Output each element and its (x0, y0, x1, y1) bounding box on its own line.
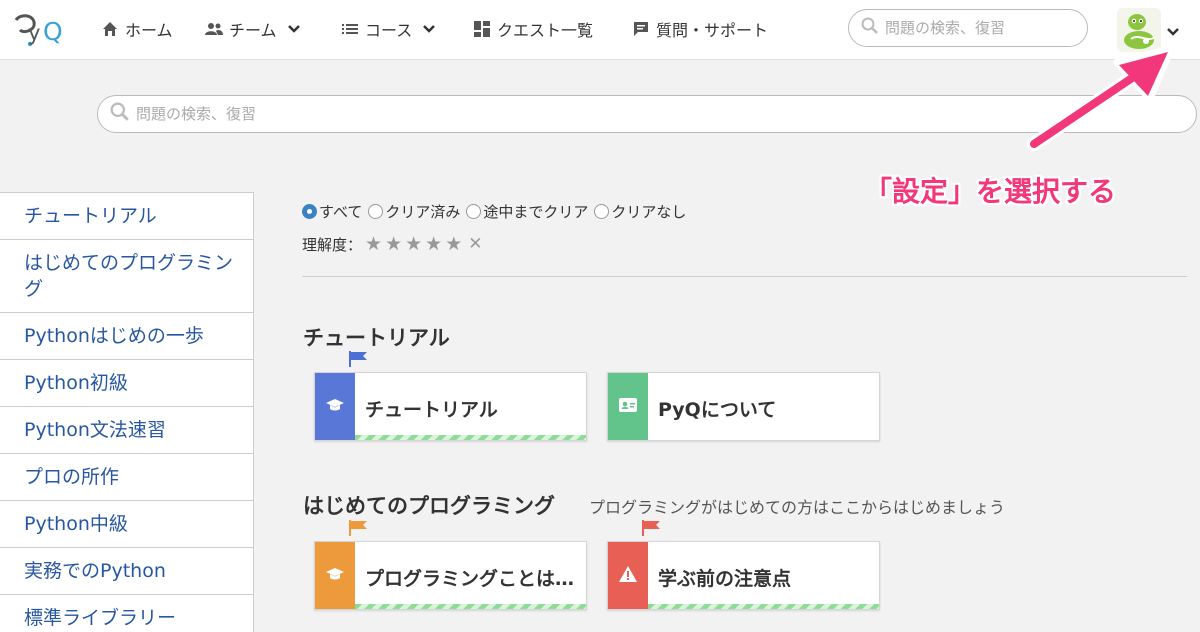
section-title-first-programming: はじめてのプログラミング (303, 494, 555, 518)
card-color-band (315, 542, 355, 609)
card-color-band (608, 542, 648, 609)
user-menu-chevron-icon[interactable] (1166, 22, 1180, 41)
card-title: PyQについて (658, 399, 777, 421)
warning-icon (619, 565, 637, 586)
card-title: チュートリアル (365, 399, 498, 421)
team-icon (205, 20, 223, 38)
sidebar-item-pro-conduct[interactable]: プロの所作 (0, 454, 253, 501)
sidebar-item-python-first-step[interactable]: Pythonはじめの一歩 (0, 313, 253, 360)
svg-text:Q: Q (43, 17, 63, 46)
filter-all-radio[interactable]: すべて (302, 201, 362, 222)
svg-text:y: y (28, 21, 40, 45)
annotation-arrow-icon (1027, 45, 1175, 151)
flag-icon (349, 351, 367, 367)
star-icon[interactable]: ★ (405, 233, 422, 255)
filter-cleared-label: クリア済み (385, 203, 461, 221)
understanding-rating: 理解度： ★ ★ ★ ★ ★ ✕ (302, 233, 483, 255)
radio-icon (368, 204, 384, 219)
nav-course-label: コース (365, 21, 413, 40)
search-icon (110, 102, 130, 126)
id-card-icon (619, 397, 637, 416)
card-progress-bar (355, 604, 586, 609)
radio-icon (594, 204, 610, 219)
quest-card-programming-intro[interactable]: プログラミングことはじめ (314, 541, 587, 610)
star-icon[interactable]: ★ (445, 233, 462, 255)
filter-partial-radio[interactable]: 途中までクリア (466, 201, 588, 222)
header-search-input[interactable] (885, 19, 1087, 37)
section-title-tutorial: チュートリアル (303, 326, 450, 350)
radio-selected-icon (302, 204, 317, 219)
radio-icon (466, 204, 482, 219)
nav-support-label: 質問・サポート (656, 21, 769, 40)
chevron-down-icon (287, 24, 301, 34)
clear-status-filter: すべて クリア済み 途中までクリア クリアなし (302, 201, 692, 222)
annotation-text: 「設定」を選択する (864, 175, 1117, 208)
sidebar-item-standard-library[interactable]: 標準ライブラリー (0, 595, 253, 632)
sidebar-item-tutorial[interactable]: チュートリアル (0, 193, 253, 240)
star-icon[interactable]: ★ (425, 233, 442, 255)
chevron-down-icon (422, 24, 436, 34)
sidebar-item-python-practical[interactable]: 実務でのPython (0, 548, 253, 595)
filter-none-radio[interactable]: クリアなし (594, 201, 686, 222)
card-progress-bar (648, 604, 879, 609)
card-color-band (315, 373, 355, 440)
quest-card-tutorial[interactable]: チュートリアル (314, 372, 587, 441)
section-subtitle: プログラミングがはじめての方はここからはじめましょう (589, 498, 1006, 517)
rating-label: 理解度： (302, 235, 363, 254)
star-icon[interactable]: ★ (365, 233, 382, 255)
graduation-cap-icon (326, 397, 344, 416)
card-progress-bar (355, 435, 586, 440)
filter-partial-label: 途中までクリア (483, 203, 589, 221)
nav-quest-list-label: クエスト一覧 (497, 21, 594, 40)
sidebar-item-first-programming[interactable]: はじめてのプログラミング (0, 240, 253, 313)
nav-home-label: ホーム (125, 21, 173, 40)
nav-home[interactable]: ホーム (101, 18, 173, 40)
course-sidebar: チュートリアル はじめてのプログラミング Pythonはじめの一歩 Python… (0, 192, 254, 632)
nav-team[interactable]: チーム (205, 18, 301, 40)
nav-quest-list[interactable]: クエスト一覧 (473, 18, 593, 40)
star-icon[interactable]: ★ (385, 233, 402, 255)
card-color-band (608, 373, 648, 440)
divider (302, 276, 1187, 277)
clear-rating-icon[interactable]: ✕ (468, 234, 482, 254)
card-title: 学ぶ前の注意点 (658, 568, 792, 590)
sidebar-item-python-grammar[interactable]: Python文法速習 (0, 407, 253, 454)
flag-icon (349, 520, 367, 536)
flag-icon (642, 520, 660, 536)
quest-card-precautions[interactable]: 学ぶ前の注意点 (607, 541, 880, 610)
card-title: プログラミングことはじめ (365, 568, 575, 590)
graduation-cap-icon (326, 566, 344, 585)
list-icon (341, 20, 359, 38)
chat-icon (632, 20, 650, 38)
home-icon (101, 20, 119, 38)
sidebar-item-python-intermediate[interactable]: Python中級 (0, 501, 253, 548)
search-icon (861, 17, 879, 39)
nav-team-label: チーム (229, 21, 277, 40)
filter-all-label: すべて (319, 203, 363, 221)
nav-support[interactable]: 質問・サポート (632, 18, 768, 40)
filter-none-label: クリアなし (611, 203, 687, 221)
quest-card-about-pyq[interactable]: PyQについて (607, 372, 880, 441)
grid-icon (473, 20, 491, 38)
nav-course[interactable]: コース (341, 18, 436, 40)
pyq-logo[interactable]: y Q (10, 12, 72, 48)
sidebar-item-python-beginner[interactable]: Python初級 (0, 360, 253, 407)
filter-cleared-radio[interactable]: クリア済み (368, 201, 460, 222)
